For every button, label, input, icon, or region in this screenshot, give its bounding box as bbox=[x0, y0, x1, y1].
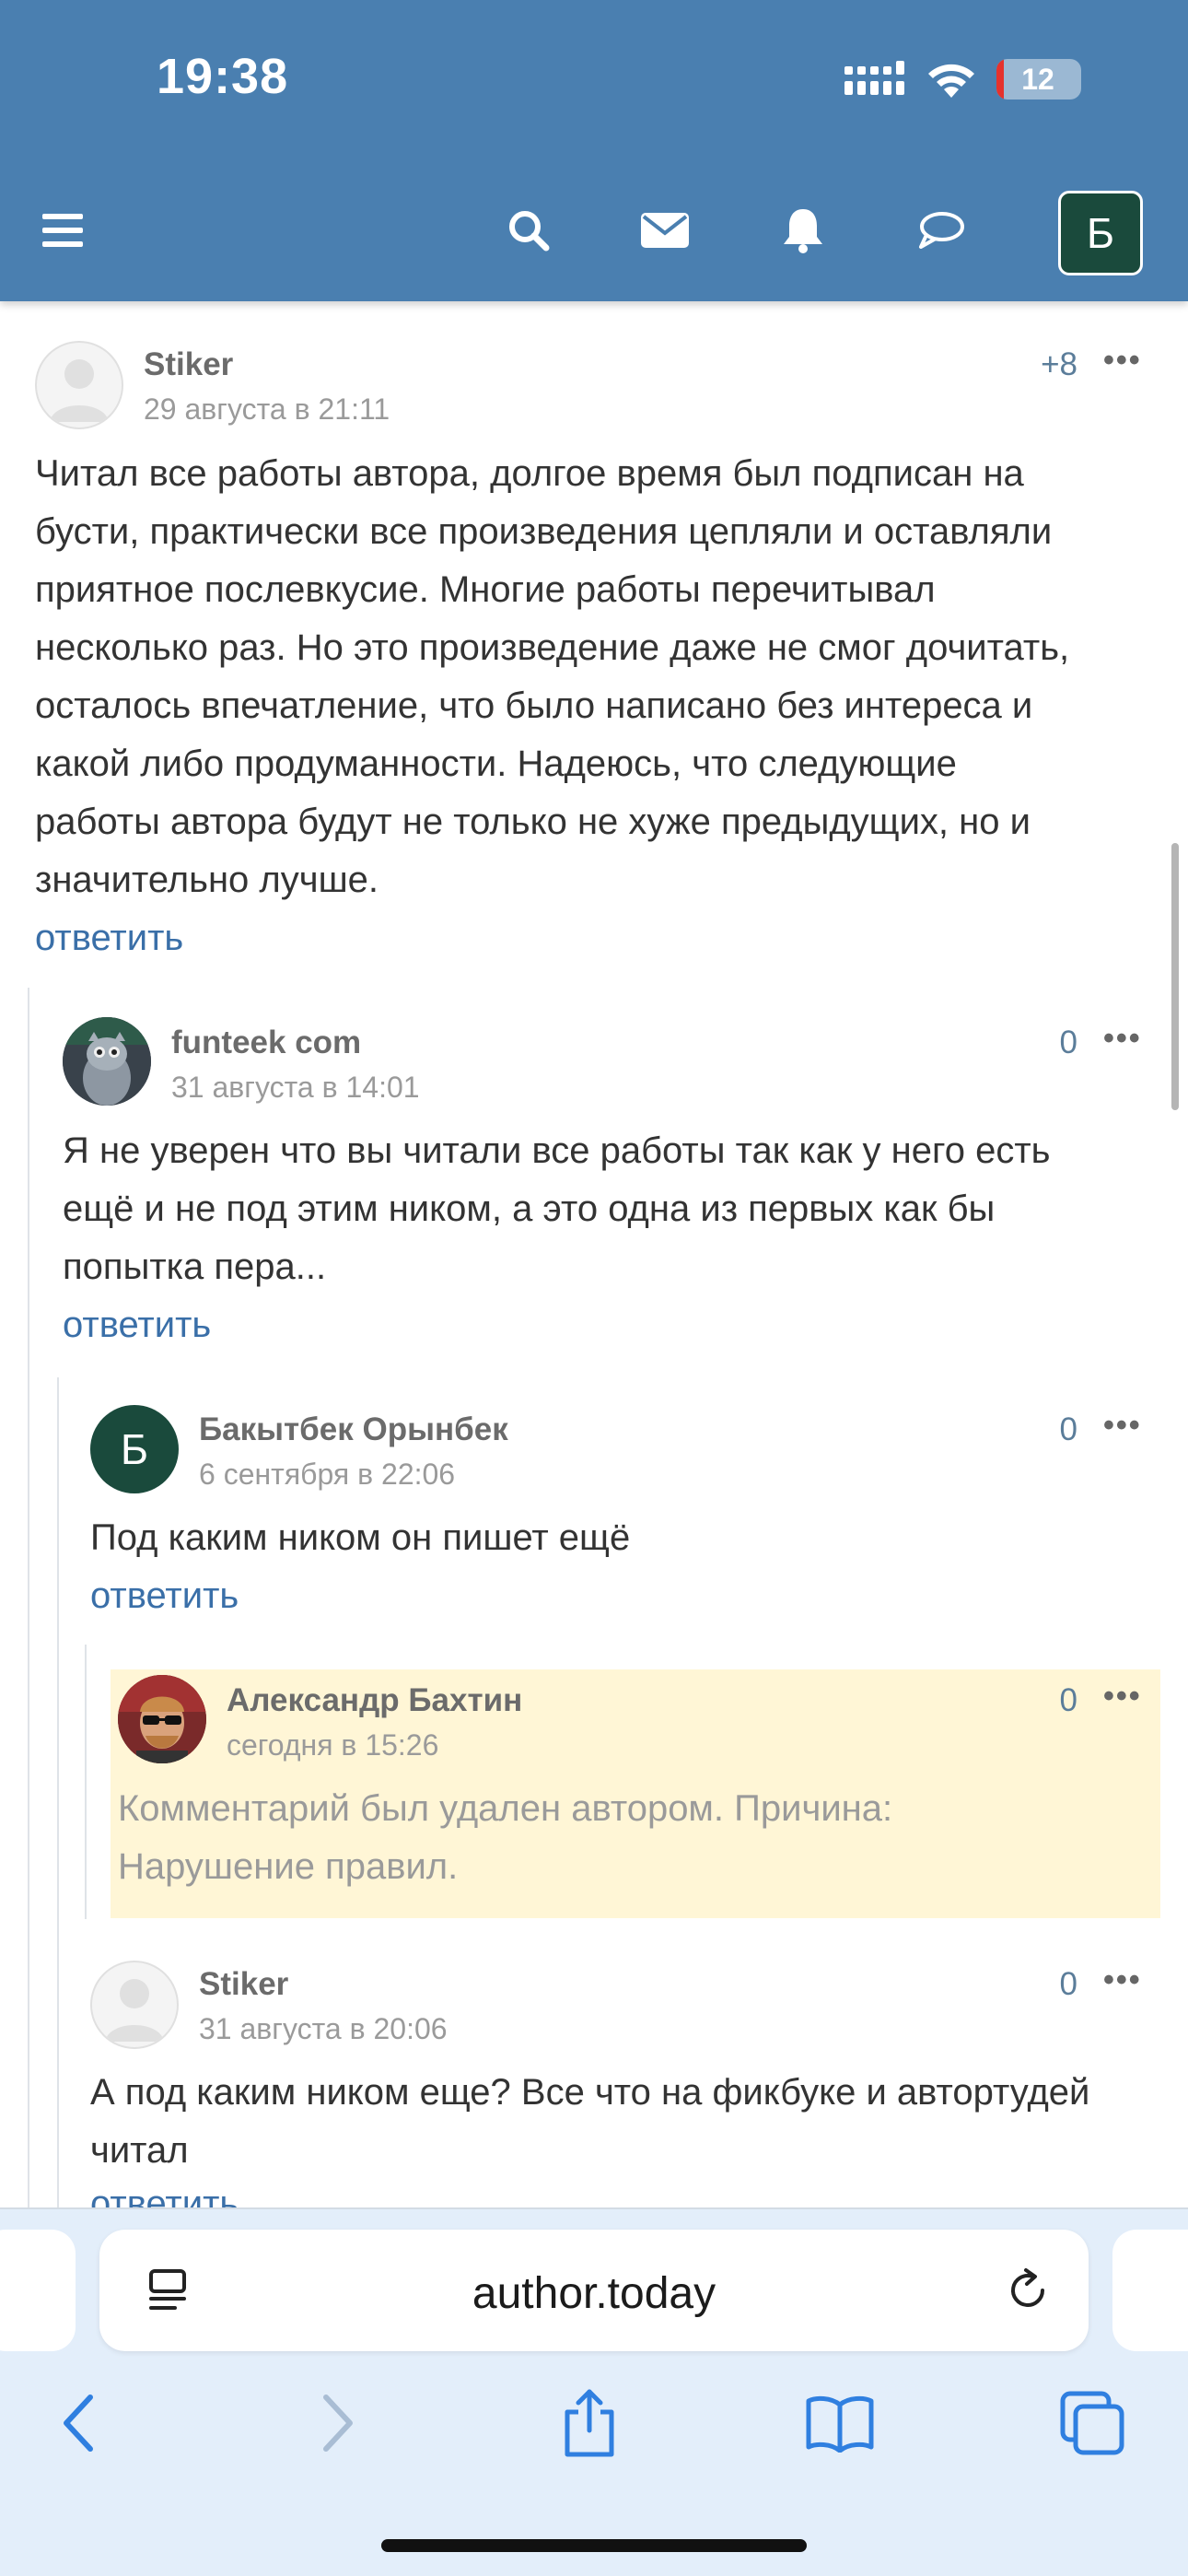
comment-date[interactable]: 31 августа в 14:01 bbox=[171, 1071, 420, 1105]
back-icon[interactable] bbox=[42, 2386, 116, 2460]
comment-text: А под каким ником еще? Все что на фикбук… bbox=[90, 2064, 1168, 2180]
comment-text: Читал все работы автора, долгое время бы… bbox=[35, 445, 1159, 909]
comment-date[interactable]: 31 августа в 20:06 bbox=[199, 2012, 448, 2046]
cellular-signal-icon bbox=[844, 61, 904, 95]
battery-icon: 12 bbox=[996, 59, 1081, 100]
comment-score: 0 bbox=[1059, 1682, 1077, 1718]
comment-line: осталось впечатление, что было написано … bbox=[35, 685, 1033, 726]
comment-score: 0 bbox=[1059, 1966, 1077, 2002]
more-options-icon[interactable]: ••• bbox=[1103, 1021, 1142, 1057]
chat-icon[interactable] bbox=[914, 203, 969, 258]
scrollbar-thumb[interactable] bbox=[1171, 843, 1179, 1110]
thread-line bbox=[57, 1377, 59, 2207]
comment-date[interactable]: сегодня в 15:26 bbox=[227, 1728, 438, 1762]
tabs-icon[interactable] bbox=[1055, 2386, 1129, 2460]
comment-line: несколько раз. Но это произведение даже … bbox=[35, 627, 1070, 668]
previous-tab-preview[interactable] bbox=[0, 2230, 76, 2351]
comment-author[interactable]: Бакытбек Орынбек bbox=[199, 1411, 508, 1448]
bell-icon[interactable] bbox=[775, 203, 831, 258]
home-indicator bbox=[381, 2539, 807, 2552]
url-text[interactable]: author.today bbox=[99, 2268, 1089, 2319]
top-bar: 19:38 12 Б bbox=[0, 0, 1188, 301]
battery-level bbox=[996, 59, 1004, 100]
comment-date[interactable]: 29 августа в 21:11 bbox=[144, 392, 390, 427]
comment-line: Под каким ником он пишет ещё bbox=[90, 1517, 631, 1558]
deleted-line: Нарушение правил. bbox=[118, 1846, 459, 1887]
comment-line: читал bbox=[90, 2130, 189, 2171]
comment-line: значительно лучше. bbox=[35, 860, 379, 900]
address-bar[interactable]: author.today bbox=[99, 2230, 1089, 2351]
more-options-icon[interactable]: ••• bbox=[1103, 1408, 1142, 1444]
avatar-placeholder-icon[interactable] bbox=[35, 341, 123, 429]
deleted-line: Комментарий был удален автором. Причина: bbox=[118, 1788, 893, 1829]
avatar-placeholder-icon[interactable] bbox=[90, 1961, 179, 2049]
comment-score: 0 bbox=[1059, 1411, 1077, 1447]
more-options-icon[interactable]: ••• bbox=[1103, 343, 1142, 379]
comment-line: Я не уверен что вы читали все работы так… bbox=[63, 1130, 1051, 1171]
battery-percent: 12 bbox=[1021, 63, 1054, 96]
next-tab-preview[interactable] bbox=[1112, 2230, 1188, 2351]
comment-score: 0 bbox=[1059, 1025, 1077, 1060]
bookmarks-icon[interactable] bbox=[803, 2386, 877, 2460]
mail-icon[interactable] bbox=[637, 203, 693, 258]
deleted-comment-text: Комментарий был удален автором. Причина:… bbox=[118, 1780, 1149, 1896]
avatar-image[interactable] bbox=[118, 1675, 206, 1763]
comment-text: Я не уверен что вы читали все работы так… bbox=[63, 1122, 1168, 1296]
comment-line: приятное послевкусие. Многие работы пере… bbox=[35, 569, 936, 610]
reply-link[interactable]: ответить bbox=[63, 1305, 211, 1346]
comment-author[interactable]: Stiker bbox=[144, 346, 233, 383]
more-options-icon[interactable]: ••• bbox=[1103, 1962, 1142, 1998]
thread-line bbox=[85, 1645, 87, 1919]
share-icon[interactable] bbox=[553, 2386, 626, 2460]
reload-icon[interactable] bbox=[1004, 2266, 1052, 2314]
comment-line: ещё и не под этим ником, а это одна из п… bbox=[63, 1188, 996, 1229]
comment-text: Под каким ником он пишет ещё bbox=[90, 1509, 1159, 1567]
reply-link[interactable]: ответить bbox=[90, 1575, 239, 1617]
thread-line bbox=[28, 988, 29, 2207]
reply-link[interactable]: ответить bbox=[35, 918, 183, 959]
wifi-icon bbox=[928, 64, 974, 98]
more-options-icon[interactable]: ••• bbox=[1103, 1679, 1142, 1715]
comment-author[interactable]: Stiker bbox=[199, 1966, 288, 2003]
avatar-image[interactable] bbox=[63, 1017, 151, 1106]
comment-author[interactable]: funteek com bbox=[171, 1025, 361, 1061]
comment-line: попытка пера... bbox=[63, 1247, 327, 1287]
menu-icon[interactable] bbox=[35, 203, 90, 258]
comment-score: +8 bbox=[1041, 346, 1077, 382]
user-avatar-button[interactable]: Б bbox=[1058, 191, 1143, 275]
forward-icon[interactable] bbox=[300, 2386, 374, 2460]
comment-line: Читал все работы автора, долгое время бы… bbox=[35, 453, 1024, 494]
comment-date[interactable]: 6 сентября в 22:06 bbox=[199, 1458, 455, 1492]
search-icon[interactable] bbox=[501, 203, 556, 258]
comment-line: А под каким ником еще? Все что на фикбук… bbox=[90, 2072, 1090, 2113]
avatar-letter[interactable]: Б bbox=[90, 1405, 179, 1493]
comment-line: бусти, практически все произведения цепл… bbox=[35, 511, 1053, 552]
comment-line: работы автора будут не только не хуже пр… bbox=[35, 802, 1031, 842]
status-time: 19:38 bbox=[157, 49, 289, 104]
comment-line: какой либо продуманности. Надеюсь, что с… bbox=[35, 744, 957, 784]
comment-author[interactable]: Александр Бахтин bbox=[227, 1682, 522, 1719]
